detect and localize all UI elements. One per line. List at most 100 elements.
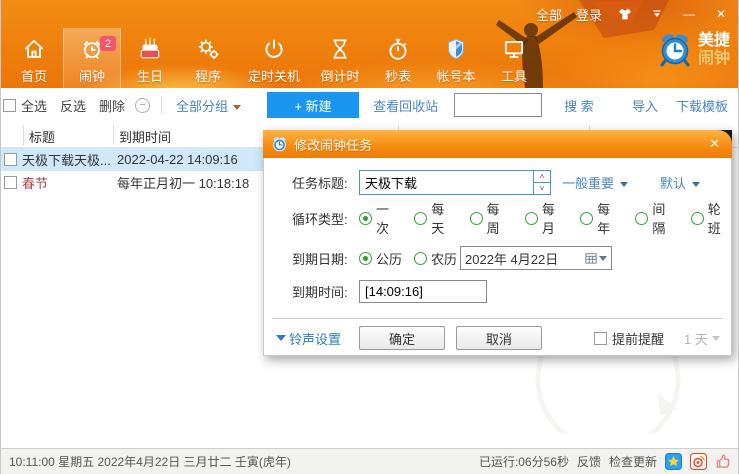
toolbar-item-home[interactable]: 首页 [5, 28, 63, 88]
row-checkbox[interactable] [4, 176, 17, 189]
logo-text-line1: 美捷 [697, 32, 730, 49]
repeat-options-group: 一次 每天 每周 每月 每年 间隔 轮班 [359, 199, 731, 237]
minimize-button[interactable]: — [680, 6, 698, 22]
due-date-label: 到期日期: [292, 251, 348, 267]
title-spinner: ˄ ˅ [533, 171, 550, 194]
table-row[interactable]: 春节 每年正月初一 10:18:18 [1, 171, 261, 194]
home-icon [21, 33, 47, 65]
radio-label: 农历 [431, 251, 458, 267]
search-input[interactable] [454, 93, 543, 117]
due-time-row: 到期时间: [264, 280, 731, 303]
chevron-down-icon [233, 104, 242, 110]
table-row[interactable]: 天极下载天极... 2022-04-22 14:09:16 [1, 148, 263, 171]
ringtone-group-dropdown[interactable]: 默认 [660, 173, 701, 192]
toolbar-item-programs[interactable]: 程序 [179, 28, 237, 88]
dialog-divider [272, 318, 723, 319]
radio-interval[interactable]: 间隔 [635, 199, 675, 237]
chevron-down-icon [620, 182, 629, 188]
remind-value-dropdown[interactable]: 1 天 [684, 329, 720, 348]
cancel-button[interactable]: 取消 [456, 326, 542, 350]
ok-button[interactable]: 确定 [359, 326, 445, 350]
thumbs-up-icon[interactable] [715, 453, 732, 470]
due-time-input[interactable] [359, 280, 487, 303]
radio-label: 间隔 [652, 202, 666, 236]
radio-monthly[interactable]: 每月 [524, 199, 565, 237]
radio-solar[interactable]: 公历 [359, 249, 402, 268]
titlebar-login-link[interactable]: 登录 [576, 5, 602, 24]
alarm-count-badge: 2 [100, 36, 116, 51]
monitor-icon [501, 33, 527, 65]
search-button[interactable]: 搜 索 [564, 96, 594, 115]
close-button[interactable]: ✕ [712, 6, 730, 22]
ringtone-settings-link[interactable]: 铃声设置 [276, 329, 341, 348]
titlebar-all-link[interactable]: 全部 [536, 5, 562, 24]
collapse-icon[interactable]: − [135, 97, 151, 113]
radio-daily[interactable]: 每天 [414, 199, 454, 237]
toolbar-item-accounts[interactable]: 帐号本 [427, 28, 485, 88]
radio-weekly[interactable]: 每周 [469, 199, 510, 237]
toolbar-item-countdown[interactable]: 倒计时 [311, 28, 369, 88]
recycle-bin-link[interactable]: 查看回收站 [373, 96, 438, 115]
app-window: 全部 登录 — ✕ 首页 闹钟 2 生日 程序 定时关机 倒计时 秒表 帐号本 … [0, 0, 739, 474]
delete-link[interactable]: 删除 [99, 96, 125, 115]
dialog-titlebar[interactable]: 修改闹钟任务 ✕ [263, 130, 732, 158]
radio-once[interactable]: 一次 [359, 199, 399, 237]
remind-early-option[interactable]: 提前提醒 [594, 329, 664, 348]
radio-label: 每月 [541, 202, 555, 236]
task-title-label: 任务标题: [292, 176, 348, 191]
radio-icon [635, 211, 649, 225]
radio-icon [359, 251, 372, 265]
remind-early-checkbox[interactable] [594, 331, 607, 345]
qzone-share-icon[interactable] [665, 453, 682, 470]
logo-text-line2: 闹钟 [697, 50, 730, 67]
power-icon [261, 33, 287, 65]
column-separator[interactable] [113, 125, 114, 145]
gears-icon [195, 33, 221, 65]
ringtone-settings-label: 铃声设置 [289, 331, 342, 347]
task-title-field-wrap: ˄ ˅ [359, 170, 551, 195]
menu-dropdown-icon[interactable] [648, 6, 666, 22]
check-update-link[interactable]: 检查更新 [609, 453, 657, 470]
app-logo-clock-icon [660, 34, 690, 67]
spinner-down-icon[interactable]: ˅ [534, 183, 550, 194]
toolbar-item-tools[interactable]: 工具 [485, 28, 543, 88]
download-template-link[interactable]: 下载模板 [676, 96, 728, 115]
hourglass-icon [327, 33, 353, 65]
select-all-checkbox[interactable] [3, 98, 16, 112]
toolbar-item-stopwatch[interactable]: 秒表 [369, 28, 427, 88]
separator [161, 96, 163, 114]
calendar-icon [585, 253, 597, 264]
weibo-share-icon[interactable] [690, 453, 707, 470]
select-all-link[interactable]: 全选 [21, 96, 47, 115]
toolbar-item-birthday[interactable]: 生日 [121, 28, 179, 88]
column-header-title[interactable]: 标题 [29, 127, 55, 146]
date-value: 2022年 4月22日 [465, 251, 559, 267]
feedback-link[interactable]: 反馈 [577, 453, 601, 470]
radio-icon [524, 211, 538, 225]
status-runtime: 已运行:06分56秒 [478, 455, 569, 469]
dialog-alarm-icon [273, 136, 286, 151]
radio-lunar[interactable]: 农历 [414, 249, 457, 268]
column-header-due[interactable]: 到期时间 [119, 127, 171, 146]
status-bar: 10:11:00 星期五 2022年4月22日 三月廿二 壬寅(虎年) 已运行:… [1, 448, 738, 474]
invert-select-link[interactable]: 反选 [60, 96, 86, 115]
skin-icon[interactable] [616, 6, 634, 22]
column-separator [23, 125, 24, 145]
radio-yearly[interactable]: 每年 [580, 199, 620, 237]
spinner-up-icon[interactable]: ˄ [534, 171, 550, 183]
toolbar-item-shutdown[interactable]: 定时关机 [237, 28, 311, 88]
toolbar-item-alarms[interactable]: 闹钟 2 [63, 28, 121, 88]
import-link[interactable]: 导入 [632, 96, 658, 115]
group-filter-dropdown[interactable]: 全部分组 [176, 96, 242, 115]
radio-label: 轮班 [707, 202, 721, 236]
task-title-input[interactable] [360, 171, 533, 194]
row-checkbox[interactable] [4, 153, 17, 166]
priority-dropdown[interactable]: 一般重要 [562, 173, 629, 192]
dialog-close-button[interactable]: ✕ [705, 136, 724, 152]
radio-shift[interactable]: 轮班 [690, 199, 731, 237]
date-picker[interactable]: 2022年 4月22日 [460, 246, 612, 270]
dialog-title: 修改闹钟任务 [294, 137, 373, 153]
due-time-label: 到期时间: [292, 285, 348, 300]
new-task-button[interactable]: + 新建 [267, 92, 360, 118]
toolbar-item-label: 秒表 [384, 69, 411, 84]
